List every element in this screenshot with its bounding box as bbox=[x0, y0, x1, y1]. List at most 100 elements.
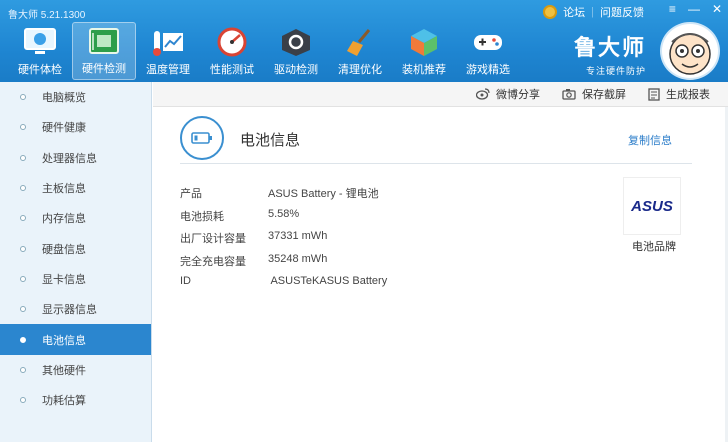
title-bar: 鲁大师 5.21.1300 论坛 | 问题反馈 ≡ — ✕ 硬件体检 硬件检测 … bbox=[0, 0, 728, 82]
sidebar-item-cpu[interactable]: 处理器信息 bbox=[0, 143, 151, 173]
tool-label: 驱动检测 bbox=[274, 64, 318, 76]
info-value: ASUSTeKASUS Battery bbox=[268, 275, 388, 287]
tool-hardware-detect[interactable]: 硬件检测 bbox=[72, 22, 136, 80]
tool-label: 硬件体检 bbox=[18, 64, 62, 76]
sidebar-item-label: 功耗估算 bbox=[42, 395, 86, 408]
sidebar-item-label: 显卡信息 bbox=[42, 273, 86, 286]
link-divider: | bbox=[591, 6, 594, 18]
sidebar-item-disk[interactable]: 硬盘信息 bbox=[0, 233, 151, 263]
bullet-icon bbox=[20, 366, 26, 373]
medal-icon[interactable] bbox=[543, 5, 558, 19]
screenshot-label: 保存截屏 bbox=[582, 89, 626, 101]
asus-logo-text: ASUS bbox=[630, 198, 673, 215]
tool-label: 温度管理 bbox=[146, 64, 190, 76]
sidebar-item-label: 硬盘信息 bbox=[42, 243, 86, 256]
sidebar-item-memory[interactable]: 内存信息 bbox=[0, 203, 151, 233]
section-header: 电池信息 复制信息 bbox=[180, 116, 692, 164]
tool-performance[interactable]: 性能测试 bbox=[200, 22, 264, 80]
brand: 鲁大师 专注硬件防护 bbox=[574, 30, 646, 77]
monitor-checkup-icon bbox=[22, 26, 58, 58]
sidebar-item-label: 处理器信息 bbox=[42, 152, 97, 165]
battery-brand-label: 电池品牌 bbox=[632, 241, 676, 253]
asus-logo: ASUS bbox=[623, 177, 681, 235]
bullet-icon bbox=[20, 397, 26, 404]
info-value: ASUS Battery - 锂电池 bbox=[268, 188, 379, 200]
page-title: 电池信息 bbox=[240, 132, 301, 149]
gamepad-icon bbox=[470, 26, 506, 58]
sidebar-item-overview[interactable]: 电脑概览 bbox=[0, 82, 151, 112]
broom-icon bbox=[342, 26, 378, 58]
sidebar-item-label: 显示器信息 bbox=[42, 304, 97, 317]
menu-icon[interactable]: ≡ bbox=[669, 2, 676, 16]
bullet-icon bbox=[20, 215, 26, 222]
speedometer-icon bbox=[214, 26, 250, 58]
tool-label: 硬件检测 bbox=[82, 63, 126, 75]
report-icon bbox=[648, 87, 660, 101]
info-row-id: ID ASUSTeKASUS Battery bbox=[180, 275, 387, 298]
bullet-icon bbox=[20, 245, 26, 252]
bullet-icon bbox=[20, 185, 26, 192]
sidebar-item-label: 主板信息 bbox=[42, 183, 86, 196]
info-row-full-capacity: 完全充电容量 35248 mWh bbox=[180, 253, 387, 276]
sidebar-item-label: 其他硬件 bbox=[42, 364, 86, 377]
info-key: ID bbox=[180, 275, 191, 287]
cube-icon bbox=[406, 26, 442, 58]
report-label: 生成报表 bbox=[666, 89, 710, 101]
info-key: 出厂设计容量 bbox=[180, 233, 246, 245]
window-controls: ≡ — ✕ bbox=[669, 2, 722, 16]
share-weibo-button[interactable]: 微博分享 bbox=[476, 86, 540, 102]
sidebar-item-label: 电脑概览 bbox=[42, 92, 86, 105]
sidebar-item-power-estimate[interactable]: 功耗估算 bbox=[0, 385, 151, 415]
main-toolbar: 硬件体检 硬件检测 温度管理 性能测试 驱动检测 清理优化 装机推荐 游戏精选 bbox=[8, 22, 520, 80]
thermometer-chart-icon bbox=[150, 26, 186, 58]
minimize-icon[interactable]: — bbox=[688, 2, 700, 16]
info-key: 完全充电容量 bbox=[180, 255, 246, 268]
tool-label: 性能测试 bbox=[210, 64, 254, 76]
forum-link[interactable]: 论坛 bbox=[563, 4, 585, 20]
sidebar-item-label: 内存信息 bbox=[42, 213, 86, 226]
generate-report-button[interactable]: 生成报表 bbox=[648, 86, 710, 102]
sidebar-item-gpu[interactable]: 显卡信息 bbox=[0, 264, 151, 294]
bullet-icon bbox=[20, 154, 26, 161]
tool-label: 清理优化 bbox=[338, 64, 382, 76]
close-icon[interactable]: ✕ bbox=[712, 2, 722, 16]
tool-cleanup[interactable]: 清理优化 bbox=[328, 22, 392, 80]
top-links: 论坛 | 问题反馈 bbox=[543, 4, 644, 20]
info-row-product: 产品 ASUS Battery - 锂电池 bbox=[180, 185, 387, 208]
info-row-wear: 电池损耗 5.58% bbox=[180, 208, 387, 231]
tool-hardware-checkup[interactable]: 硬件体检 bbox=[8, 22, 72, 80]
save-screenshot-button[interactable]: 保存截屏 bbox=[562, 86, 626, 102]
tool-label: 装机推荐 bbox=[402, 64, 446, 76]
brand-slogan: 专注硬件防护 bbox=[585, 66, 646, 76]
tool-games[interactable]: 游戏精选 bbox=[456, 22, 520, 80]
feedback-link[interactable]: 问题反馈 bbox=[600, 4, 644, 20]
sidebar: 电脑概览 硬件健康 处理器信息 主板信息 内存信息 硬盘信息 显卡信息 显示器信… bbox=[0, 82, 152, 442]
battery-info-list: 产品 ASUS Battery - 锂电池 电池损耗 5.58% 出厂设计容量 … bbox=[180, 185, 387, 298]
sidebar-item-battery[interactable]: 电池信息 bbox=[0, 324, 151, 355]
tool-build-recommend[interactable]: 装机推荐 bbox=[392, 22, 456, 80]
battery-icon bbox=[180, 116, 224, 160]
sidebar-item-other-hardware[interactable]: 其他硬件 bbox=[0, 355, 151, 385]
sidebar-item-display[interactable]: 显示器信息 bbox=[0, 294, 151, 324]
info-row-design-capacity: 出厂设计容量 37331 mWh bbox=[180, 230, 387, 253]
mascot-avatar[interactable] bbox=[660, 22, 720, 80]
action-bar: 微博分享 保存截屏 生成报表 bbox=[153, 82, 728, 107]
bullet-icon bbox=[20, 306, 26, 313]
info-value: 5.58% bbox=[268, 207, 300, 220]
sidebar-item-label: 硬件健康 bbox=[42, 122, 86, 135]
sidebar-item-health[interactable]: 硬件健康 bbox=[0, 112, 151, 142]
bullet-icon bbox=[20, 275, 26, 282]
tool-driver[interactable]: 驱动检测 bbox=[264, 22, 328, 80]
circuit-board-icon bbox=[86, 25, 122, 57]
copy-info-link[interactable]: 复制信息 bbox=[628, 132, 672, 148]
share-label: 微博分享 bbox=[496, 89, 540, 101]
info-value: 37331 mWh bbox=[268, 230, 328, 242]
sidebar-item-motherboard[interactable]: 主板信息 bbox=[0, 173, 151, 203]
tool-temperature[interactable]: 温度管理 bbox=[136, 22, 200, 80]
weibo-icon bbox=[476, 88, 490, 100]
app-title: 鲁大师 5.21.1300 bbox=[8, 10, 86, 21]
camera-icon bbox=[562, 89, 576, 100]
tool-label: 游戏精选 bbox=[466, 64, 510, 76]
info-key: 电池损耗 bbox=[180, 210, 224, 223]
sidebar-item-label: 电池信息 bbox=[42, 334, 86, 347]
